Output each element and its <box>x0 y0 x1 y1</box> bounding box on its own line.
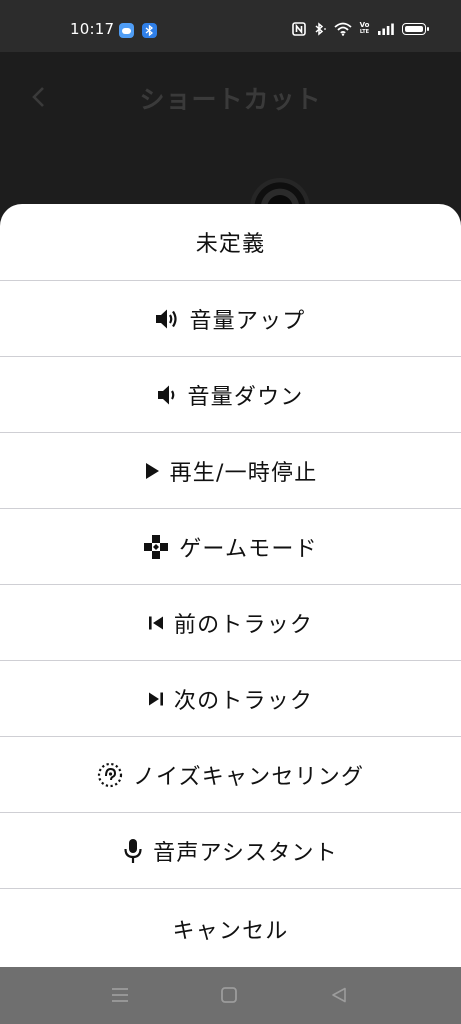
option-volume-down[interactable]: 音量ダウン <box>0 357 461 433</box>
option-label: 前のトラック <box>173 612 314 638</box>
volte-label-top: Vo <box>359 21 370 29</box>
option-voice-assistant[interactable]: 音声アシスタント <box>0 813 461 889</box>
option-volume-up[interactable]: 音量アップ <box>0 281 461 357</box>
shortcut-action-sheet: 未定義 音量アップ 音量ダウン 再生/一時停止 ゲームモード 前のトラック 次の… <box>0 204 461 967</box>
option-previous-track[interactable]: 前のトラック <box>0 585 461 661</box>
noise-cancelling-icon <box>97 762 123 788</box>
gamepad-icon <box>143 534 169 560</box>
option-label: 音量アップ <box>189 308 306 334</box>
cancel-button[interactable]: キャンセル <box>0 891 461 967</box>
weather-app-icon <box>119 23 134 38</box>
screen: 10:17 Vo LTE ショートカット 未定義 音量アップ 音量ダウン 再生/… <box>0 0 461 1024</box>
battery-icon <box>402 23 429 35</box>
menu-icon[interactable] <box>111 987 129 1003</box>
signal-icon <box>378 23 394 35</box>
volte-label-bottom: LTE <box>359 29 370 35</box>
bluetooth-app-icon <box>142 23 157 38</box>
status-time: 10:17 <box>70 20 115 38</box>
home-icon[interactable] <box>221 987 237 1003</box>
navigation-bar <box>0 967 461 1024</box>
option-label: 音声アシスタント <box>153 840 338 866</box>
volume-down-icon <box>157 384 177 406</box>
option-play-pause[interactable]: 再生/一時停止 <box>0 433 461 509</box>
wifi-icon <box>334 22 352 36</box>
volume-up-icon <box>155 308 179 330</box>
background-page-title: ショートカット <box>139 85 322 114</box>
option-label: 音量ダウン <box>187 384 304 410</box>
option-noise-cancelling[interactable]: ノイズキャンセリング <box>0 737 461 813</box>
option-undefined[interactable]: 未定義 <box>0 204 461 281</box>
play-icon <box>144 462 160 480</box>
microphone-icon <box>123 838 143 864</box>
option-game-mode[interactable]: ゲームモード <box>0 509 461 585</box>
previous-track-icon <box>148 615 164 631</box>
option-next-track[interactable]: 次のトラック <box>0 661 461 737</box>
nfc-icon <box>292 22 306 36</box>
option-label: 未定義 <box>195 232 266 257</box>
next-track-icon <box>148 691 164 707</box>
volte-icon: Vo LTE <box>359 22 370 36</box>
option-label: 再生/一時停止 <box>169 460 318 486</box>
status-bar: 10:17 Vo LTE <box>0 0 461 52</box>
option-label: ゲームモード <box>179 536 318 562</box>
option-label: 次のトラック <box>173 688 314 714</box>
status-indicators: Vo LTE <box>292 22 429 36</box>
cancel-label: キャンセル <box>172 919 289 944</box>
option-label: ノイズキャンセリング <box>132 764 365 790</box>
bluetooth-icon <box>315 22 326 36</box>
back-icon[interactable] <box>331 987 347 1003</box>
